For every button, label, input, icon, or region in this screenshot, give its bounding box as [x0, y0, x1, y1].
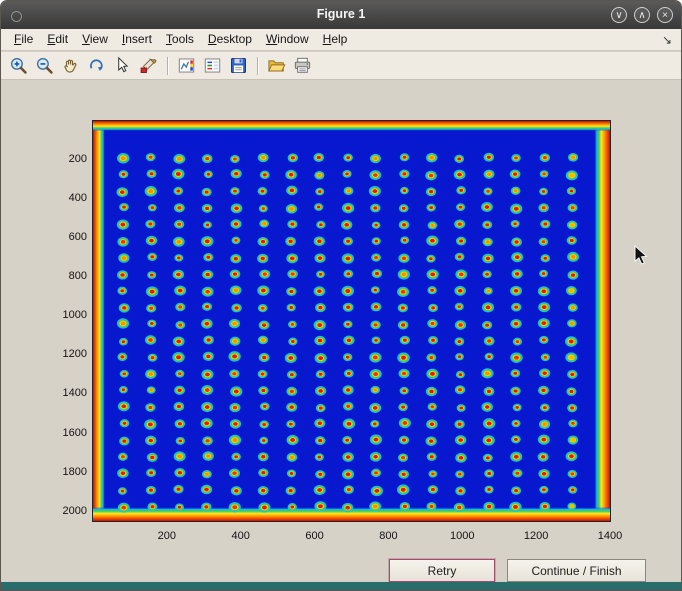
- toolbar-button-pan-hand[interactable]: [59, 54, 83, 78]
- plot-canvas[interactable]: [93, 121, 610, 521]
- maximize-button[interactable]: ∧: [634, 7, 650, 23]
- open-folder-icon: [267, 56, 286, 75]
- retry-button[interactable]: Retry: [389, 559, 495, 582]
- menu-item-file[interactable]: File: [7, 29, 40, 50]
- y-tick-label: 1000: [45, 309, 87, 321]
- rotate-3d-icon: [87, 56, 106, 75]
- menu-items: FileEditViewInsertToolsDesktopWindowHelp: [7, 29, 354, 50]
- menu-item-window[interactable]: Window: [259, 29, 316, 50]
- menu-item-view[interactable]: View: [75, 29, 115, 50]
- y-tick-label: 1200: [45, 348, 87, 360]
- window-bottom-strip: [1, 582, 681, 590]
- toolbar-button-insert-colorbar[interactable]: [175, 54, 199, 78]
- toolbar: [1, 52, 681, 80]
- x-tick-label: 400: [223, 530, 259, 542]
- figure-client: Retry Continue / Finish 200 400 600 800 1000…: [1, 80, 681, 582]
- toolbar-button-print[interactable]: [291, 54, 315, 78]
- menu-item-desktop[interactable]: Desktop: [201, 29, 259, 50]
- x-tick-label: 600: [297, 530, 333, 542]
- x-tick-label: 200: [149, 530, 185, 542]
- toolbar-separator: [257, 57, 259, 75]
- menu-item-edit[interactable]: Edit: [40, 29, 75, 50]
- dock-arrow-icon[interactable]: ↘: [662, 33, 672, 47]
- insert-colorbar-icon: [177, 56, 196, 75]
- mouse-cursor-icon: [634, 245, 648, 266]
- x-tick-label: 1400: [592, 530, 628, 542]
- save-icon: [229, 56, 248, 75]
- menu-item-help[interactable]: Help: [316, 29, 355, 50]
- zoom-out-icon: [35, 56, 54, 75]
- window-controls: ∨ ∧ ×: [611, 7, 673, 23]
- toolbar-button-data-cursor[interactable]: [111, 54, 135, 78]
- toolbar-button-save[interactable]: [227, 54, 251, 78]
- titlebar: Figure 1 ∨ ∧ ×: [1, 1, 681, 30]
- toolbar-button-rotate-3d[interactable]: [85, 54, 109, 78]
- y-tick-label: 200: [45, 153, 87, 165]
- y-tick-label: 1800: [45, 466, 87, 478]
- insert-legend-icon: [203, 56, 222, 75]
- toolbar-button-open-folder[interactable]: [265, 54, 289, 78]
- x-tick-label: 1200: [518, 530, 554, 542]
- minimize-button[interactable]: ∨: [611, 7, 627, 23]
- y-tick-label: 1600: [45, 427, 87, 439]
- heatmap-svg: [93, 121, 610, 521]
- print-icon: [293, 56, 312, 75]
- x-tick-label: 800: [370, 530, 406, 542]
- y-tick-label: 400: [45, 192, 87, 204]
- toolbar-button-brush[interactable]: [137, 54, 161, 78]
- continue-finish-button[interactable]: Continue / Finish: [507, 559, 646, 582]
- pan-hand-icon: [61, 56, 80, 75]
- toolbar-separator: [167, 57, 169, 75]
- menu-item-insert[interactable]: Insert: [115, 29, 159, 50]
- toolbar-button-zoom-in[interactable]: [7, 54, 31, 78]
- data-cursor-icon: [113, 56, 132, 75]
- toolbar-button-zoom-out[interactable]: [33, 54, 57, 78]
- menubar: FileEditViewInsertToolsDesktopWindowHelp…: [1, 29, 681, 51]
- y-tick-label: 800: [45, 270, 87, 282]
- close-button[interactable]: ×: [657, 7, 673, 23]
- figure-window: Figure 1 ∨ ∧ × FileEditViewInsertToolsDe…: [0, 0, 682, 591]
- y-tick-label: 2000: [45, 505, 87, 517]
- menu-item-tools[interactable]: Tools: [159, 29, 201, 50]
- toolbar-button-insert-legend[interactable]: [201, 54, 225, 78]
- toolbar-buttons: [6, 54, 316, 78]
- x-tick-label: 1000: [444, 530, 480, 542]
- brush-icon: [139, 56, 158, 75]
- zoom-in-icon: [9, 56, 28, 75]
- y-tick-label: 1400: [45, 387, 87, 399]
- window-title: Figure 1: [1, 7, 681, 21]
- y-tick-label: 600: [45, 231, 87, 243]
